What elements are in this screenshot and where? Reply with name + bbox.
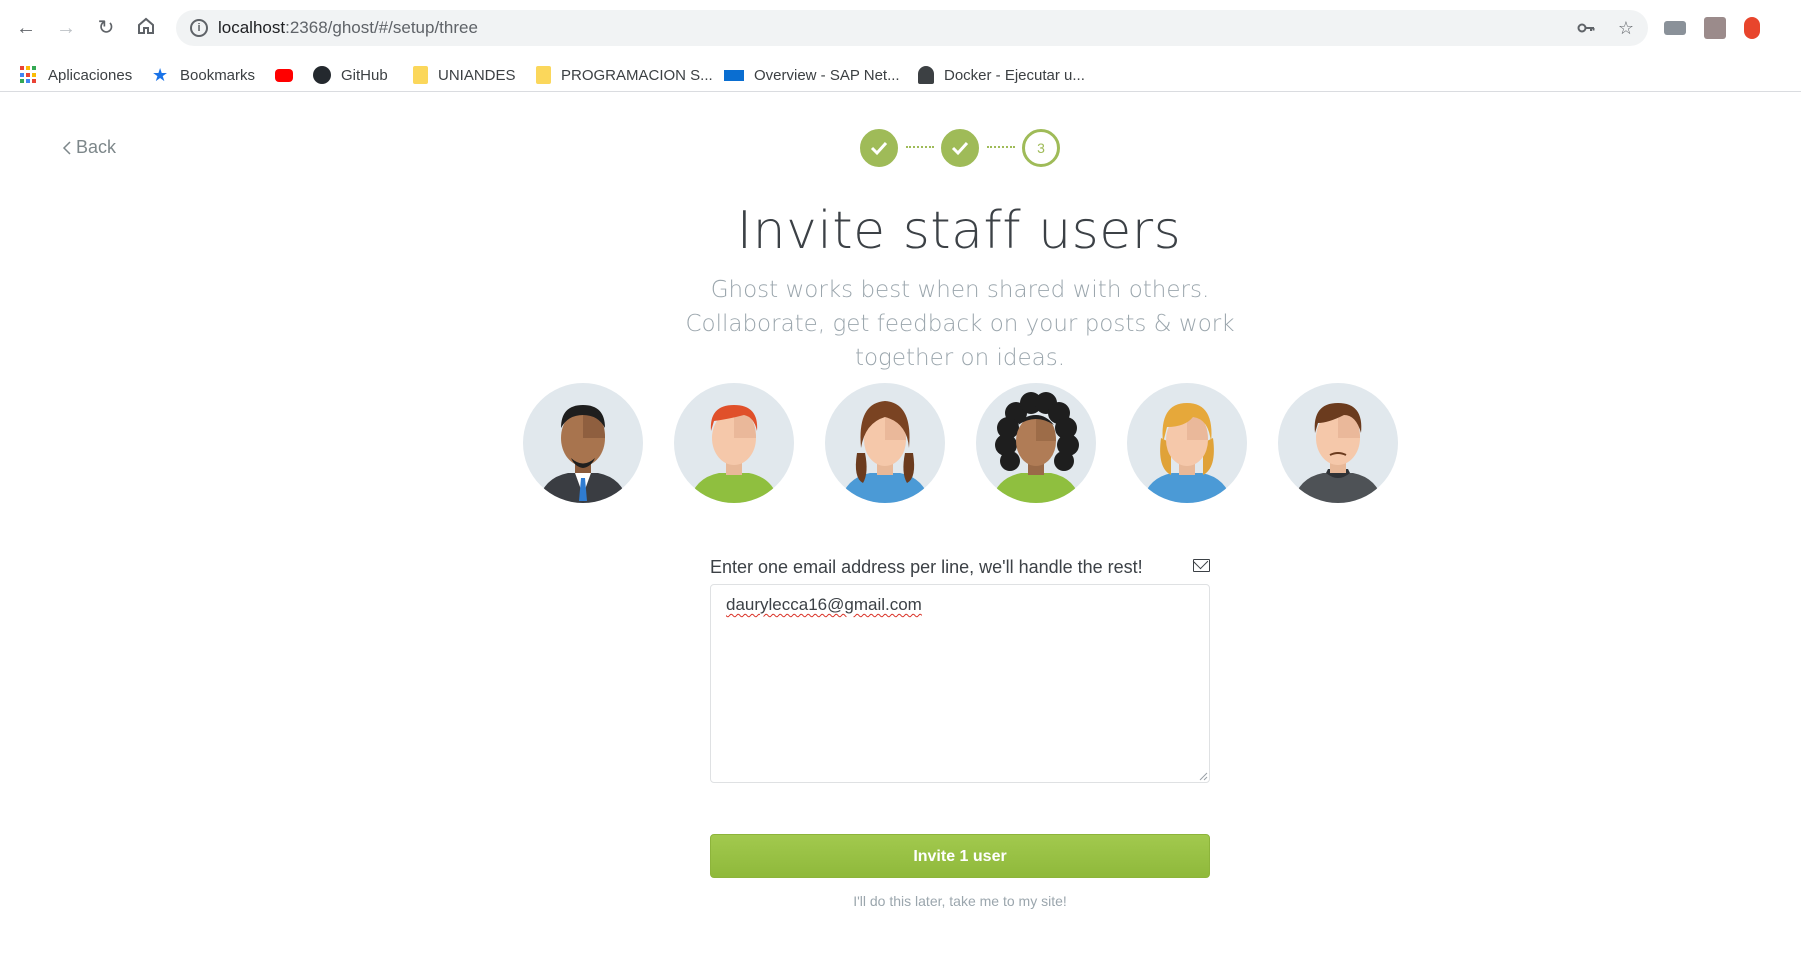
site-info-icon[interactable]: i	[190, 19, 208, 37]
emails-textarea[interactable]: daurylecca16@gmail.com	[710, 584, 1210, 783]
back-label: Back	[76, 137, 117, 157]
check-icon	[951, 141, 969, 156]
back-icon[interactable]: ←	[14, 16, 38, 40]
bookmark-docker[interactable]: Docker - Ejecutar u...	[918, 63, 1085, 87]
check-icon	[870, 141, 888, 156]
url-host: localhost	[218, 18, 286, 37]
step-number: 3	[1037, 140, 1045, 156]
bookmark-label: Overview - SAP Net...	[754, 66, 900, 84]
forward-icon[interactable]: →	[54, 16, 78, 40]
bookmark-programacion[interactable]: PROGRAMACION S...	[536, 63, 713, 87]
pdf-extension-icon[interactable]	[1704, 17, 1726, 39]
bookmark-youtube[interactable]	[275, 63, 303, 87]
step-1-complete	[860, 129, 898, 167]
bookmark-label: Bookmarks	[180, 66, 256, 84]
youtube-icon	[275, 68, 293, 82]
resize-handle-icon[interactable]	[1198, 771, 1208, 781]
emails-label: Enter one email address per line, we'll …	[710, 557, 1143, 577]
emails-value: daurylecca16@gmail.com	[726, 595, 922, 614]
apps-grid-icon	[20, 66, 38, 84]
avatar-redhead-man	[674, 383, 794, 503]
folder-icon	[536, 66, 551, 84]
bookmark-label: PROGRAMACION S...	[561, 66, 713, 84]
skip-to-site-link[interactable]: I'll do this later, take me to my site!	[710, 893, 1210, 909]
key-icon[interactable]	[1576, 18, 1596, 38]
page-title: Invite staff users	[736, 201, 1182, 261]
chevron-left-icon	[62, 140, 71, 155]
mail-icon	[1193, 559, 1210, 572]
setup-steps: 3	[860, 129, 1060, 169]
bookmark-github[interactable]: GitHub	[313, 63, 388, 87]
step-3-current: 3	[1022, 129, 1060, 167]
bookmarks-bar: Aplicaciones ★ Bookmarks GitHub UNIANDES…	[0, 57, 1801, 92]
bookmark-apps[interactable]: Aplicaciones	[20, 63, 132, 87]
docker-icon	[918, 66, 934, 84]
address-bar[interactable]: i localhost:2368/ghost/#/setup/three ☆	[176, 10, 1648, 46]
sap-icon	[724, 69, 744, 81]
bookmark-uniandes[interactable]: UNIANDES	[413, 63, 516, 87]
step-connector	[987, 146, 1015, 148]
star-icon[interactable]: ☆	[1616, 18, 1636, 38]
bookmark-label: Docker - Ejecutar u...	[944, 66, 1085, 84]
setup-page: Back 3 Invite staff users Ghost works be…	[0, 93, 1801, 961]
page-subtitle: Ghost works best when shared with others…	[685, 277, 1235, 371]
avatar-curly-woman	[976, 383, 1096, 503]
step-2-complete	[941, 129, 979, 167]
reload-icon[interactable]: ↻	[94, 16, 118, 40]
step-connector	[906, 146, 934, 148]
extension-icon[interactable]	[1744, 17, 1760, 39]
back-link[interactable]: Back	[62, 137, 116, 158]
bookmark-label: Aplicaciones	[48, 66, 133, 84]
bookmark-label: UNIANDES	[438, 66, 516, 84]
folder-icon	[413, 66, 428, 84]
bookmark-label: GitHub	[341, 66, 388, 84]
invite-users-button[interactable]: Invite 1 user	[710, 834, 1210, 878]
url-text[interactable]: localhost:2368/ghost/#/setup/three	[218, 18, 478, 38]
home-icon[interactable]	[134, 16, 158, 40]
bookmark-sap[interactable]: Overview - SAP Net...	[724, 63, 900, 87]
avatar-blonde-woman	[1127, 383, 1247, 503]
browser-toolbar: ← → ↻ i localhost:2368/ghost/#/setup/thr…	[0, 0, 1801, 57]
avatar-brown-hair-man	[1278, 383, 1398, 503]
bookmark-bookmarks[interactable]: ★ Bookmarks	[152, 63, 255, 87]
avatar-bearded-man	[523, 383, 643, 503]
avatar-pigtails-woman	[825, 383, 945, 503]
url-path: :2368/ghost/#/setup/three	[285, 18, 478, 37]
github-icon	[313, 66, 331, 84]
star-icon: ★	[152, 65, 169, 85]
cast-icon[interactable]	[1664, 21, 1686, 35]
